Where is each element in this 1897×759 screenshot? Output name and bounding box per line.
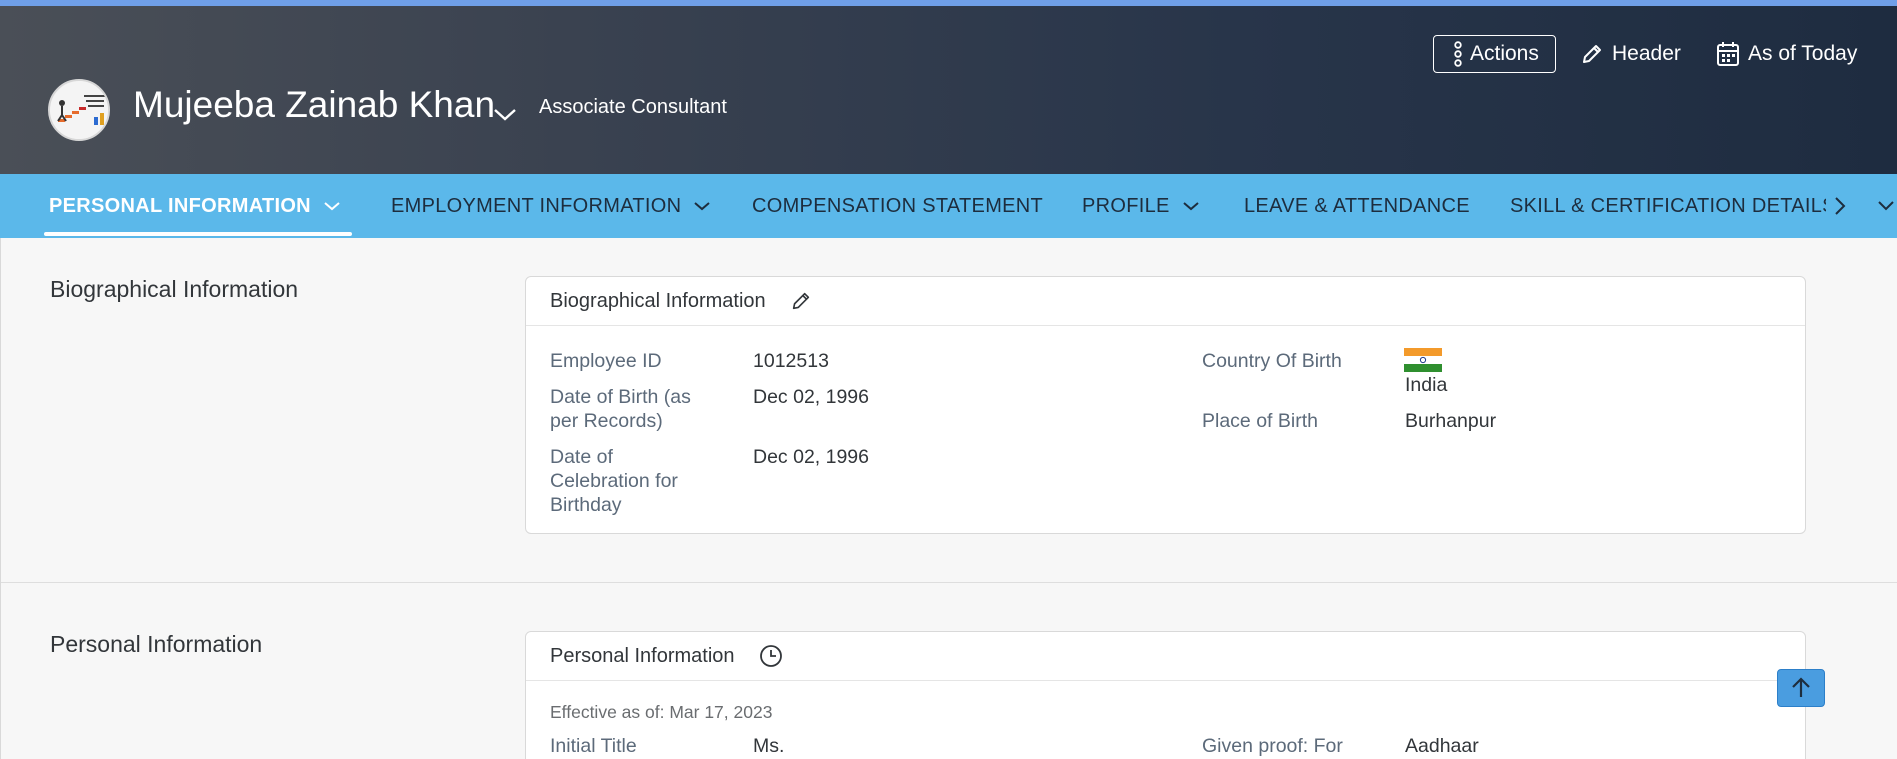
tab-label: EMPLOYMENT INFORMATION [391, 194, 682, 217]
section-tab-bar: PERSONAL INFORMATION EMPLOYMENT INFORMAT… [0, 174, 1897, 238]
section-divider [1, 582, 1897, 583]
field-label: Date of Birth (as per Records) [550, 386, 691, 432]
place-of-birth-value: Burhanpur [1405, 410, 1497, 432]
pencil-icon [1583, 45, 1601, 63]
main-content: Biographical Information Biographical In… [0, 238, 1897, 759]
tab-personal-information[interactable]: PERSONAL INFORMATION [49, 174, 341, 238]
active-tab-indicator [44, 232, 352, 236]
birthday-celebration-value: Dec 02, 1996 [753, 446, 870, 468]
scroll-to-top-button[interactable] [1777, 669, 1825, 707]
personal-information-card: Personal Information Effective as of: Ma… [525, 631, 1806, 759]
tab-skill-certification-details[interactable]: SKILL & CERTIFICATION DETAILS [1510, 174, 1826, 238]
tab-label: LEAVE & ATTENDANCE [1244, 194, 1470, 217]
chevron-down-icon [1183, 202, 1199, 211]
tab-profile[interactable]: PROFILE [1082, 174, 1200, 238]
tab-leave-attendance[interactable]: LEAVE & ATTENDANCE [1244, 174, 1470, 238]
header-button[interactable]: Header [1580, 35, 1681, 73]
pencil-icon[interactable] [790, 290, 812, 312]
card-title: Biographical Information [550, 289, 766, 312]
effective-date: Effective as of: Mar 17, 2023 [550, 702, 773, 722]
header-label: Header [1612, 42, 1681, 65]
given-proof-value: Aadhaar [1405, 735, 1479, 757]
chevron-right-icon[interactable] [1832, 192, 1848, 220]
card-title: Personal Information [550, 644, 735, 667]
field-label: Given proof: For [1202, 735, 1343, 757]
chevron-down-icon [324, 202, 340, 211]
country-of-birth-value: India [1405, 374, 1448, 396]
field-label: Place of Birth [1202, 410, 1318, 432]
india-flag-icon [1404, 348, 1442, 372]
tab-label: COMPENSATION STATEMENT [752, 194, 1044, 217]
actions-button[interactable]: Actions [1433, 35, 1556, 73]
tab-label: PROFILE [1082, 194, 1170, 217]
more-vertical-icon [1454, 41, 1462, 67]
biographical-information-card: Biographical Information Employee ID 101… [525, 276, 1806, 534]
as-of-date-button[interactable]: As of Today [1716, 35, 1857, 73]
tab-label: PERSONAL INFORMATION [49, 194, 311, 217]
tab-employment-information[interactable]: EMPLOYMENT INFORMATION [391, 174, 711, 238]
employee-job-title: Associate Consultant [539, 96, 727, 118]
arrow-up-icon [1792, 677, 1810, 697]
as-of-label: As of Today [1748, 42, 1858, 65]
date-of-birth-value: Dec 02, 1996 [753, 386, 870, 408]
employee-id-value: 1012513 [753, 350, 829, 372]
tab-compensation-statement[interactable]: COMPENSATION STATEMENT [752, 174, 1043, 238]
calendar-icon [1717, 42, 1739, 66]
chevron-down-icon [694, 202, 710, 211]
employee-name: Mujeeba Zainab Khan [133, 84, 496, 125]
section-label-personal: Personal Information [50, 631, 263, 657]
field-label: Date of Celebration for Birthday [550, 446, 678, 516]
section-label-biographical: Biographical Information [50, 276, 299, 302]
actions-label: Actions [1470, 42, 1539, 65]
card-header: Biographical Information [526, 277, 1805, 326]
chevron-down-icon[interactable] [1876, 192, 1896, 220]
field-label: Country Of Birth [1202, 350, 1342, 372]
employee-header: Mujeeba Zainab Khan Associate Consultant… [0, 6, 1897, 174]
initial-title-value: Ms. [753, 735, 785, 757]
clock-icon[interactable] [759, 644, 783, 668]
chevron-down-icon[interactable] [490, 102, 520, 126]
avatar[interactable] [48, 79, 110, 141]
card-header: Personal Information [526, 632, 1805, 681]
tab-label: SKILL & CERTIFICATION DETAILS [1510, 194, 1826, 217]
field-label: Initial Title [550, 735, 637, 757]
field-label: Employee ID [550, 350, 662, 372]
